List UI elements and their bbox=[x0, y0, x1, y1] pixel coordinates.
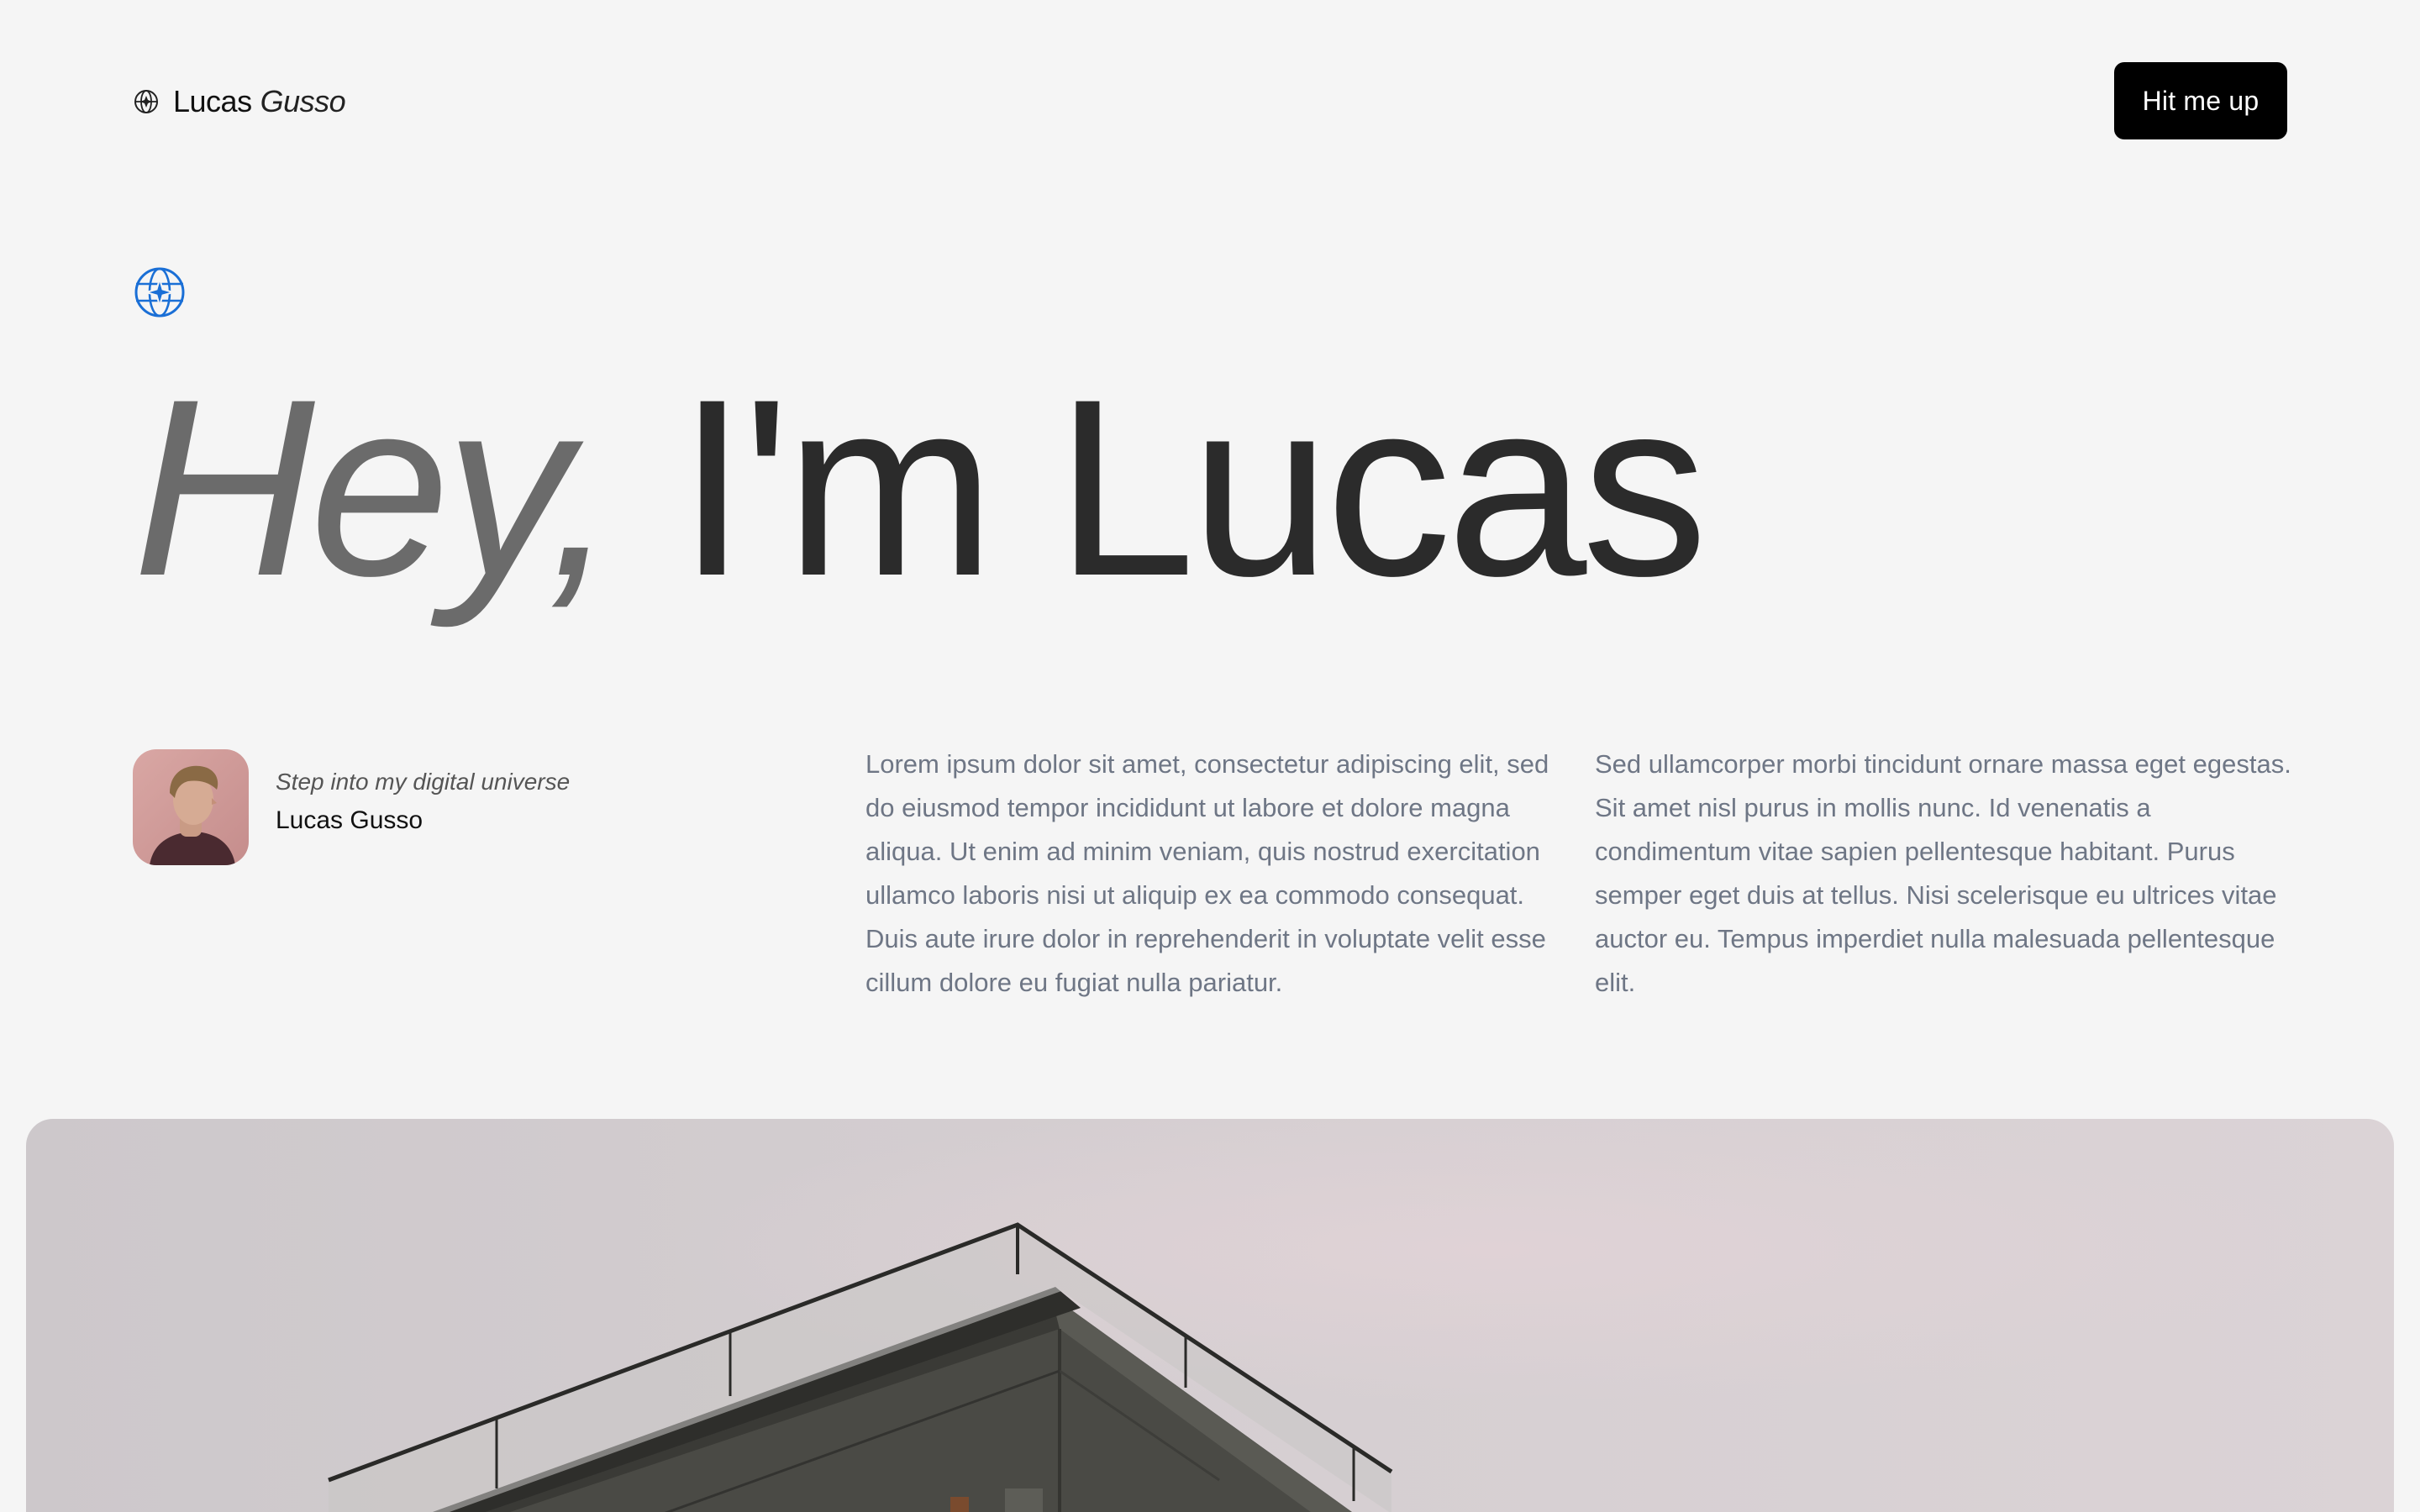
headline-greeting: Hey, bbox=[133, 346, 618, 628]
brand-logo[interactable]: Lucas Gusso bbox=[133, 81, 346, 123]
brand-first-name: Lucas bbox=[173, 84, 252, 118]
hit-me-up-button[interactable]: Hit me up bbox=[2114, 62, 2287, 139]
portrait-avatar bbox=[133, 749, 249, 865]
globe-sparkle-icon bbox=[134, 267, 185, 318]
page: Lucas Gusso Hit me up Hey, I'm Lucas Ste… bbox=[0, 0, 2420, 1512]
intro-paragraph-1: Lorem ipsum dolor sit amet, consectetur … bbox=[865, 749, 1549, 997]
profile-text: Step into my digital universe Lucas Guss… bbox=[276, 764, 570, 841]
profile-card: Step into my digital universe Lucas Guss… bbox=[133, 749, 570, 865]
globe-icon bbox=[134, 90, 158, 113]
intro-paragraph-2: Sed ullamcorper morbi tincidunt ornare m… bbox=[1595, 749, 2291, 997]
building-rooftop-photo bbox=[26, 1119, 2394, 1512]
headline-name: I'm Lucas bbox=[676, 346, 1707, 628]
profile-tagline: Step into my digital universe bbox=[276, 769, 571, 795]
profile-name: Lucas Gusso bbox=[276, 806, 424, 834]
hero-headline: Hey, I'm Lucas bbox=[133, 361, 1707, 680]
brand-last-name: Gusso bbox=[260, 84, 346, 118]
